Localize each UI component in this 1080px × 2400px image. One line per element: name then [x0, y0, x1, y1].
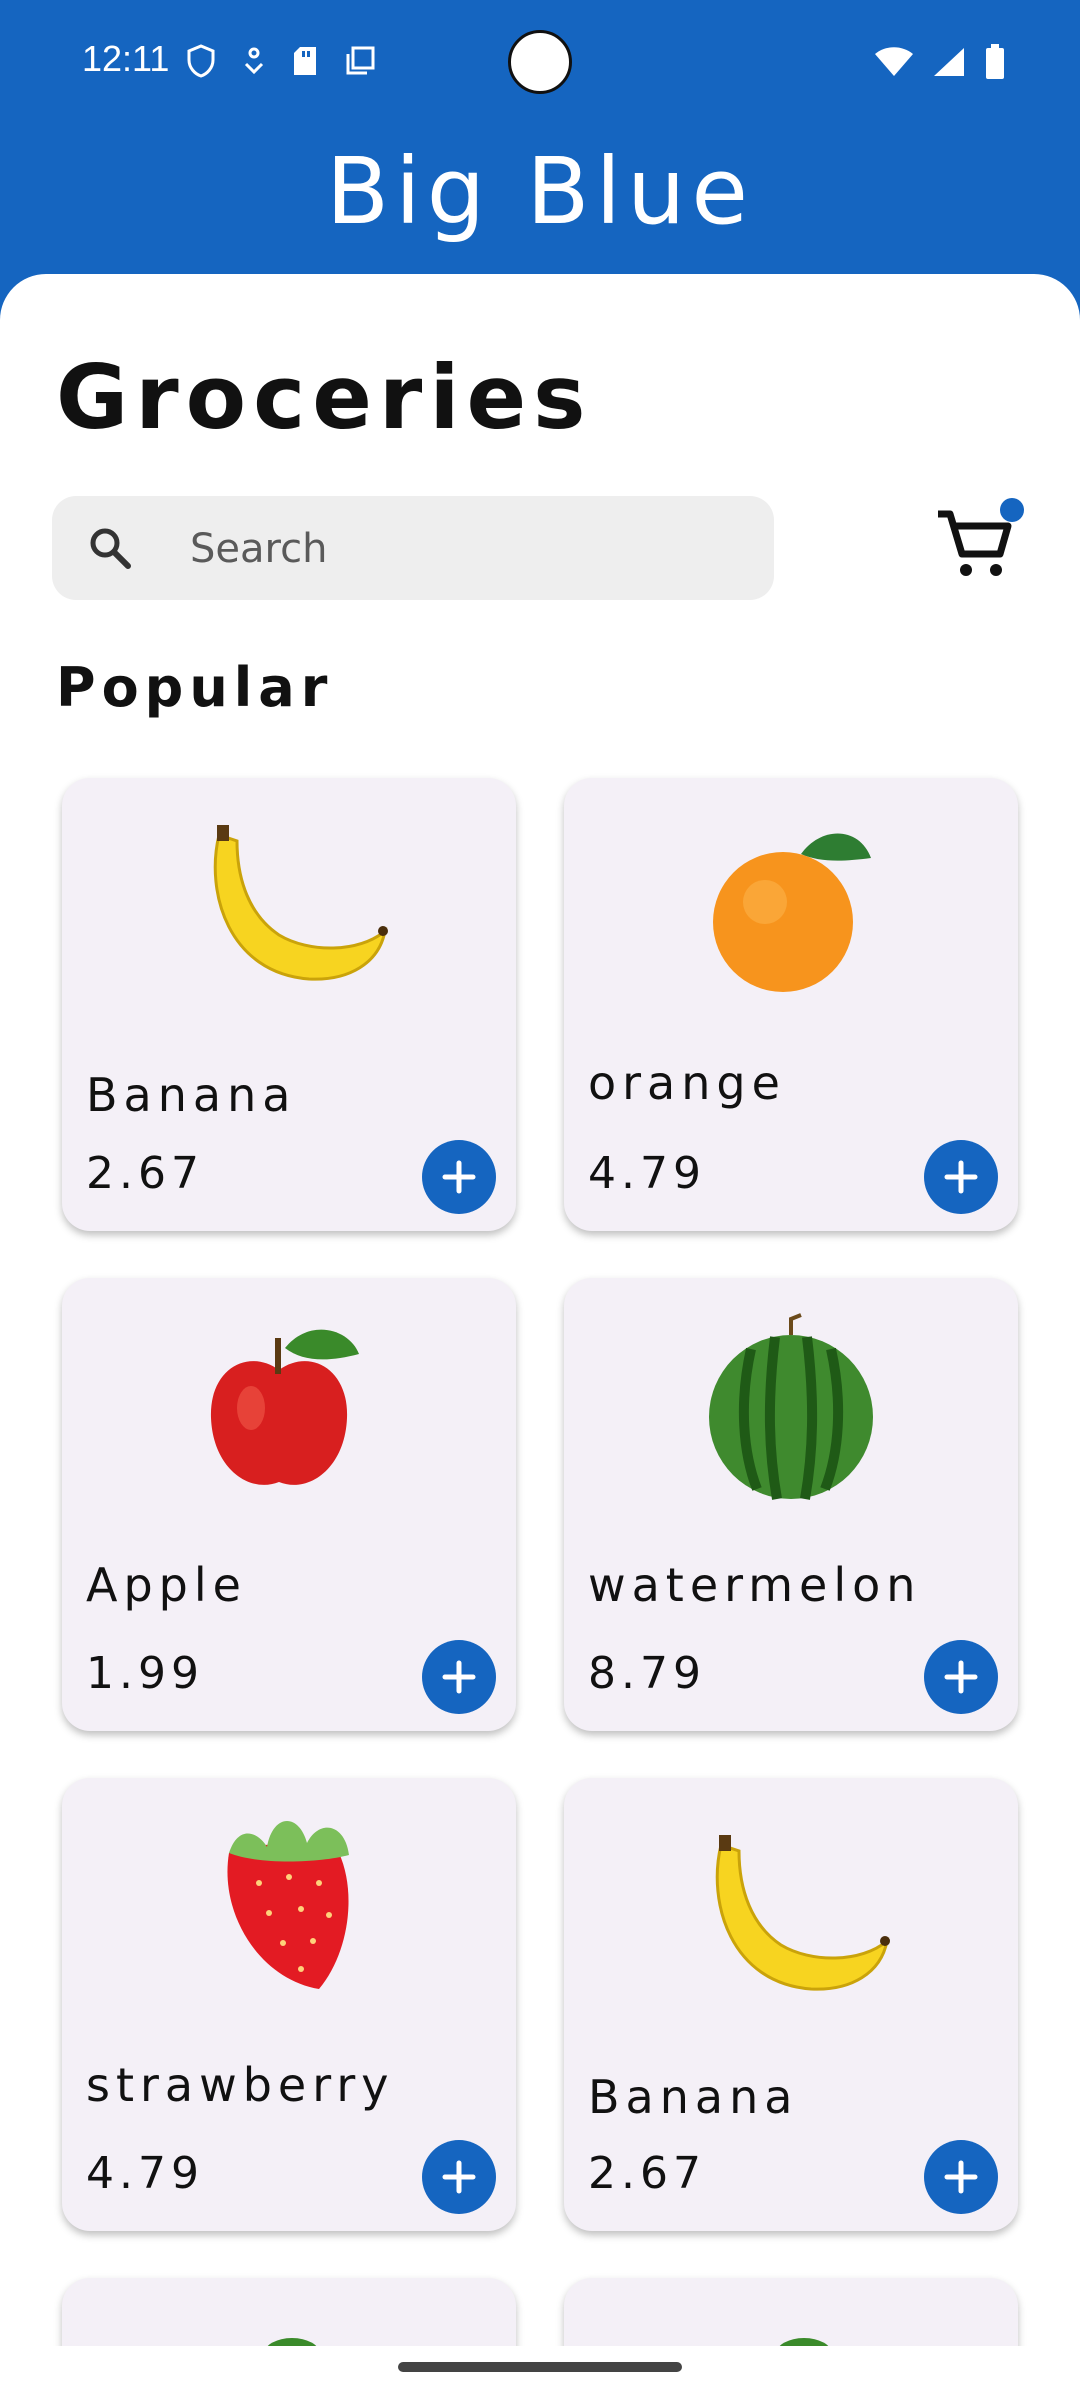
signal-icon — [934, 48, 964, 76]
product-name: watermelon — [588, 1558, 922, 1612]
search-bar[interactable] — [52, 496, 774, 600]
apple-image — [189, 1318, 389, 1498]
screenshot-icon — [346, 46, 375, 75]
product-name: Banana — [588, 2070, 799, 2124]
search-icon — [90, 528, 131, 569]
product-price: 1.99 — [86, 1648, 204, 1699]
plus-icon — [944, 2160, 978, 2194]
strawberry-image — [189, 1808, 389, 1989]
product-price: 4.79 — [86, 2148, 204, 2199]
product-price: 2.67 — [588, 2148, 706, 2199]
add-to-cart-button[interactable] — [422, 2140, 496, 2214]
product-grid: Banana 2.67 orange 4.79 Apple 1.99 water… — [62, 778, 1018, 2378]
product-name: orange — [588, 1056, 786, 1110]
product-name: Apple — [86, 1558, 247, 1612]
product-price: 8.79 — [588, 1648, 706, 1699]
apple-icon — [210, 1329, 359, 1485]
add-to-cart-button[interactable] — [422, 1640, 496, 1714]
plus-icon — [442, 1660, 476, 1694]
banana-image — [691, 1828, 891, 2008]
cart-button[interactable] — [934, 498, 1024, 582]
page-title: Groceries — [56, 346, 593, 449]
banana-image — [189, 818, 389, 998]
wifi-icon — [875, 47, 913, 76]
add-to-cart-button[interactable] — [924, 1640, 998, 1714]
add-to-cart-button[interactable] — [924, 1140, 998, 1214]
product-card[interactable]: Banana 2.67 — [564, 1778, 1018, 2231]
product-card[interactable]: orange 4.79 — [564, 778, 1018, 1231]
plus-icon — [442, 2160, 476, 2194]
banana-icon — [213, 825, 388, 981]
cart-badge — [1000, 498, 1024, 522]
product-card[interactable]: watermelon 8.79 — [564, 1278, 1018, 1731]
app-brand: Big Blue — [326, 138, 754, 245]
connection-icon — [244, 47, 264, 75]
product-price: 2.67 — [86, 1148, 204, 1199]
add-to-cart-button[interactable] — [924, 2140, 998, 2214]
sd-card-icon — [294, 47, 316, 75]
product-price: 4.79 — [588, 1148, 706, 1199]
product-card[interactable]: Apple 1.99 — [62, 1278, 516, 1731]
watermelon-image — [691, 1313, 891, 1500]
orange-image — [691, 818, 891, 998]
home-gesture-handle[interactable] — [398, 2362, 682, 2372]
camera-cutout — [508, 30, 572, 94]
product-name: strawberry — [86, 2058, 395, 2112]
plus-icon — [442, 1160, 476, 1194]
section-title-popular: Popular — [56, 656, 334, 719]
search-input[interactable] — [188, 516, 732, 582]
system-icons — [874, 44, 1006, 80]
banana-icon — [715, 1835, 890, 1991]
product-card[interactable]: strawberry 4.79 — [62, 1778, 516, 2231]
notification-icons — [186, 44, 376, 78]
product-name: Banana — [86, 1068, 297, 1122]
orange-icon — [713, 833, 871, 992]
battery-icon — [986, 44, 1004, 79]
strawberry-icon — [227, 1820, 349, 1989]
watermelon-icon — [709, 1313, 873, 1500]
product-card[interactable]: Banana 2.67 — [62, 778, 516, 1231]
status-bar: 12:11 — [0, 0, 1080, 130]
status-time: 12:11 — [82, 38, 170, 79]
plus-icon — [944, 1660, 978, 1694]
navigation-bar — [0, 2346, 1080, 2400]
plus-icon — [944, 1160, 978, 1194]
shield-icon — [187, 44, 215, 78]
add-to-cart-button[interactable] — [422, 1140, 496, 1214]
